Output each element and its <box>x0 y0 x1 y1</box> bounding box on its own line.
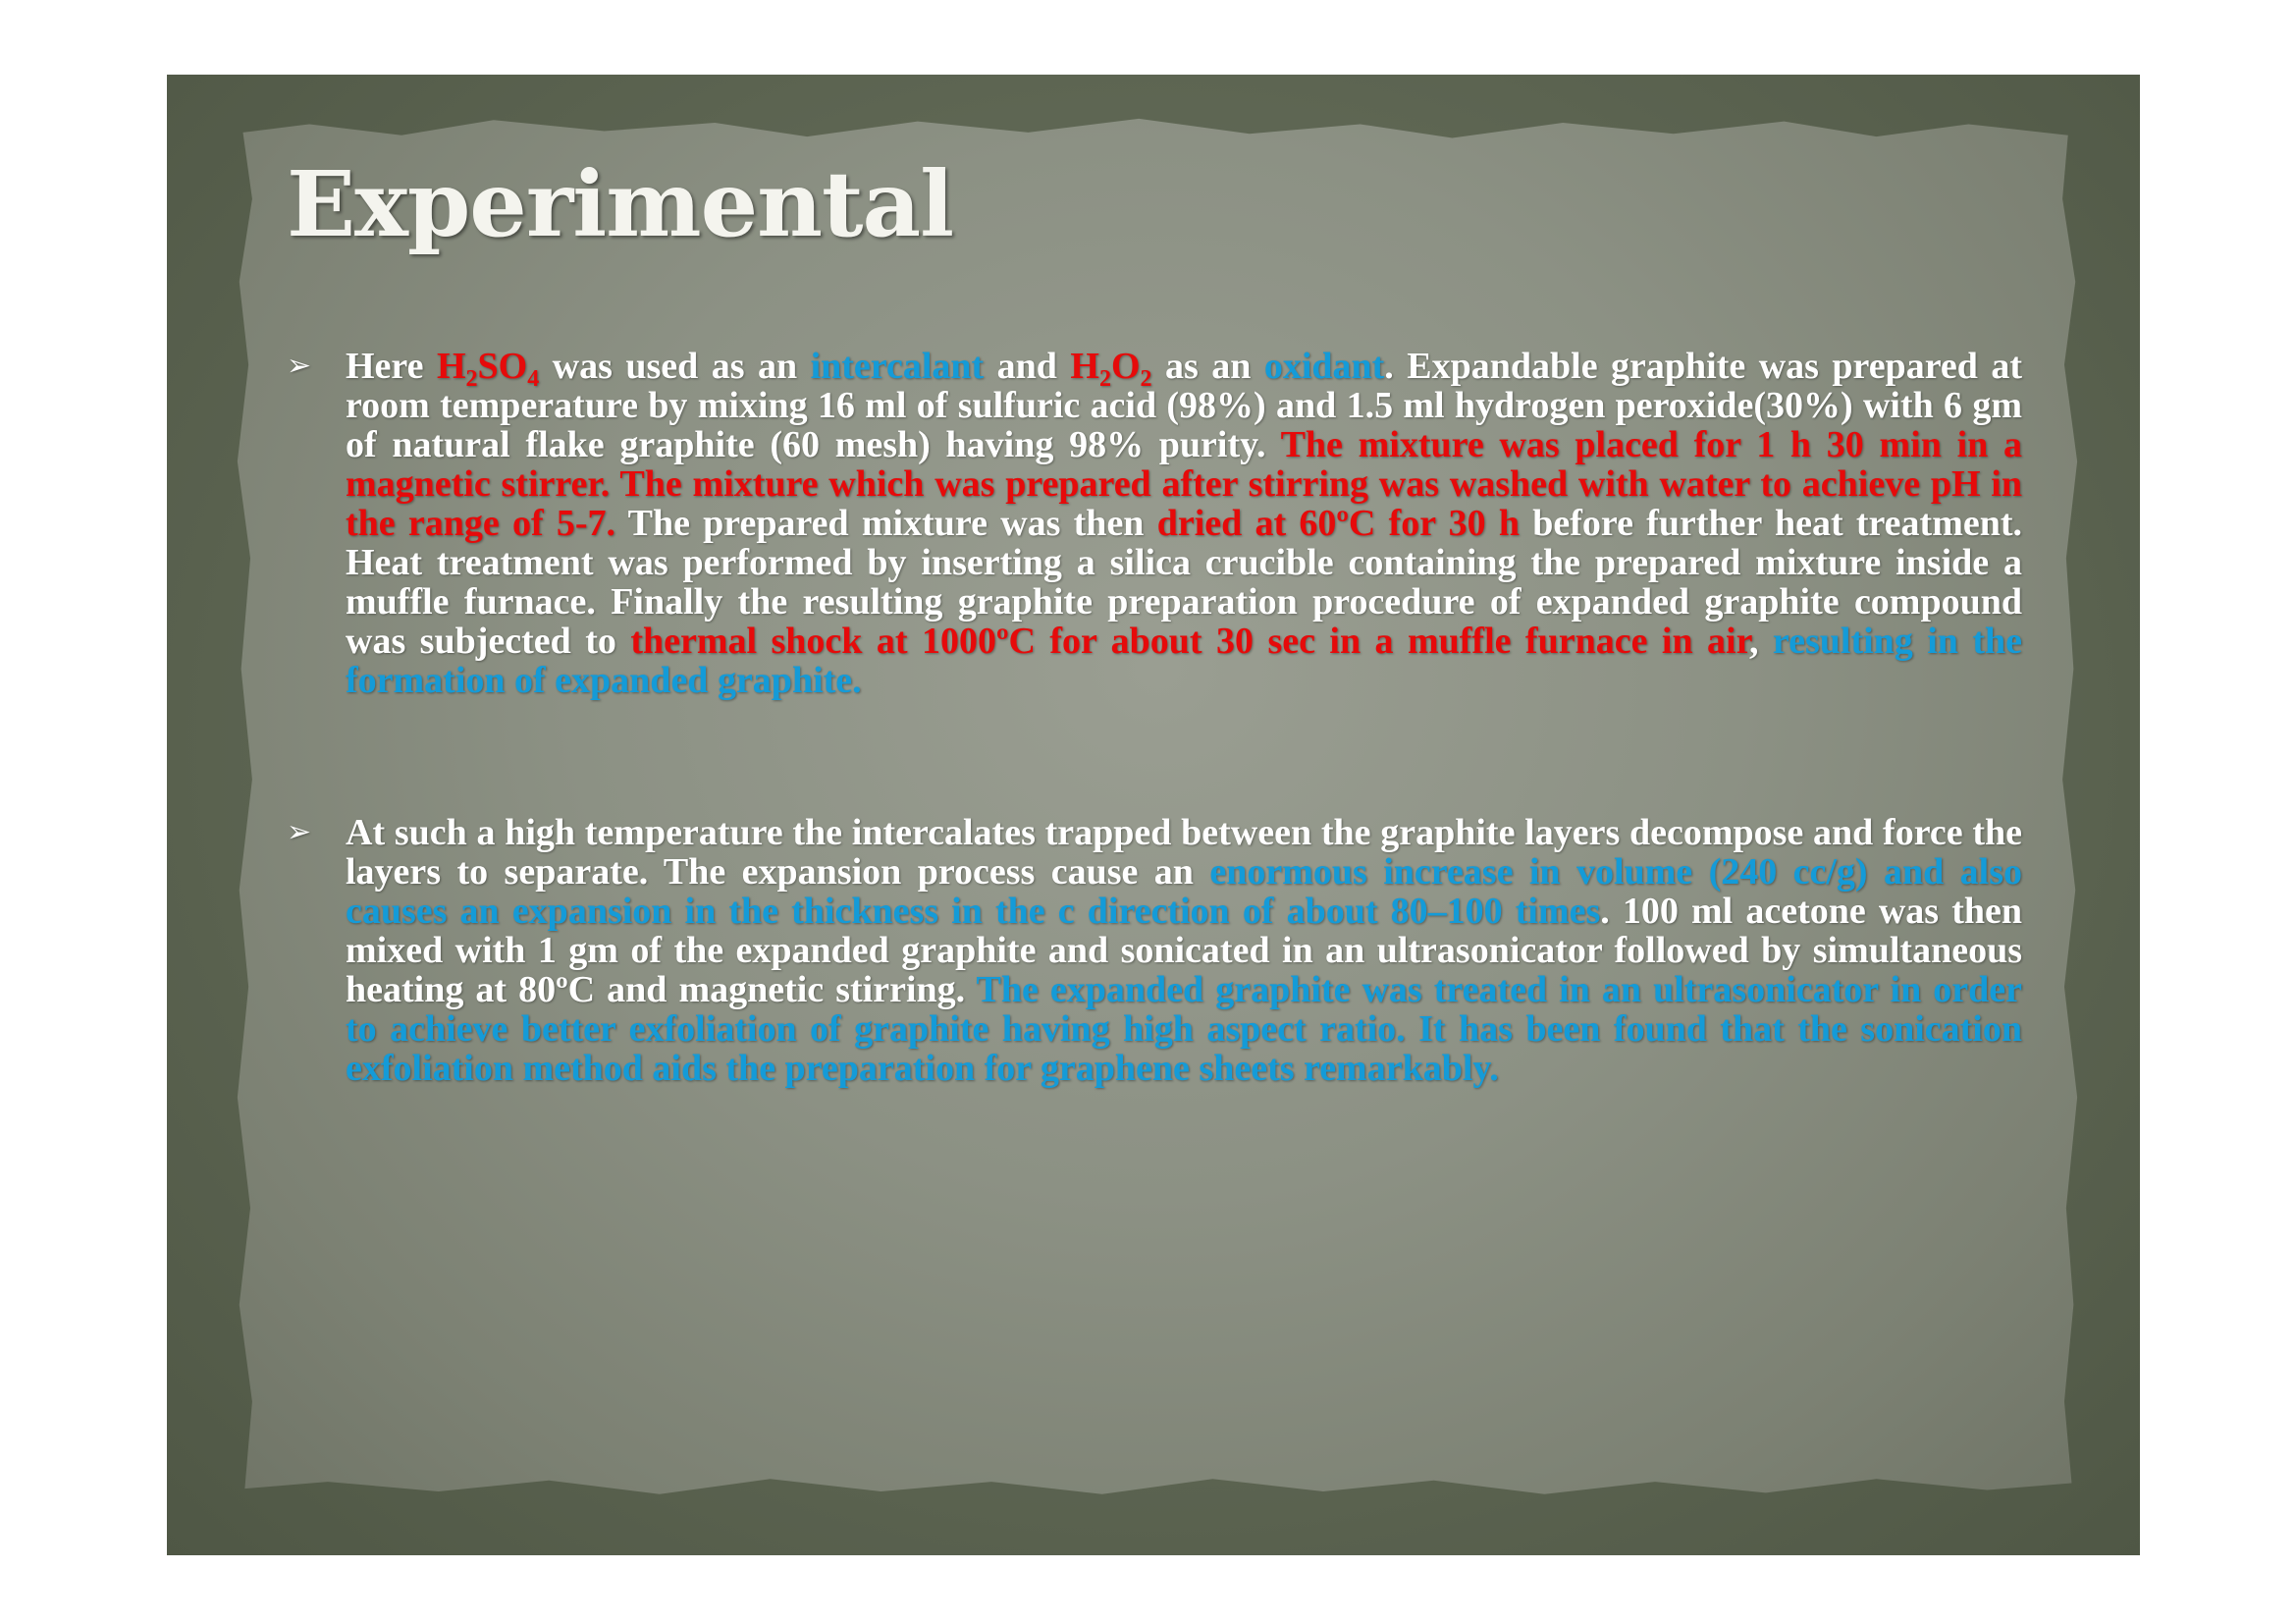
slide-title: Experimental <box>287 151 954 257</box>
highlight-red: thermal shock at 1000ºC for about 30 sec… <box>630 621 1749 662</box>
text-segment: , <box>1748 621 1773 662</box>
text-segment: and <box>984 346 1071 387</box>
text-segment: SO <box>477 346 528 387</box>
chem-formula-sulfuric: H2SO4 <box>436 346 539 391</box>
text-segment: Here <box>346 346 437 387</box>
arrow-bullet-icon: ➢ <box>287 349 312 383</box>
bullet-paragraph-2: At such a high temperature the intercala… <box>346 813 2022 1088</box>
text-segment: was used as an <box>539 346 811 387</box>
chem-formula-peroxide: H2O2 <box>1070 346 1151 391</box>
text-segment: H <box>1070 346 1099 387</box>
text-segment: The prepared mixture was then <box>615 503 1157 544</box>
text-segment: H <box>436 346 466 387</box>
arrow-bullet-icon: ➢ <box>287 815 312 849</box>
highlight-blue: oxidant <box>1263 346 1385 387</box>
highlight-blue: intercalant <box>810 346 985 387</box>
highlight-red: dried at 60ºC for 30 h <box>1156 503 1521 544</box>
text-segment: as an <box>1151 346 1264 387</box>
torn-paper-panel <box>237 118 2078 1494</box>
bullet-item-1: ➢ Here H2SO4 was used as an intercalant … <box>287 347 2022 700</box>
text-segment: O <box>1110 346 1141 387</box>
bullet-item-2: ➢ At such a high temperature the interca… <box>287 813 2022 1088</box>
bullet-paragraph-1: Here H2SO4 was used as an intercalant an… <box>346 347 2022 700</box>
